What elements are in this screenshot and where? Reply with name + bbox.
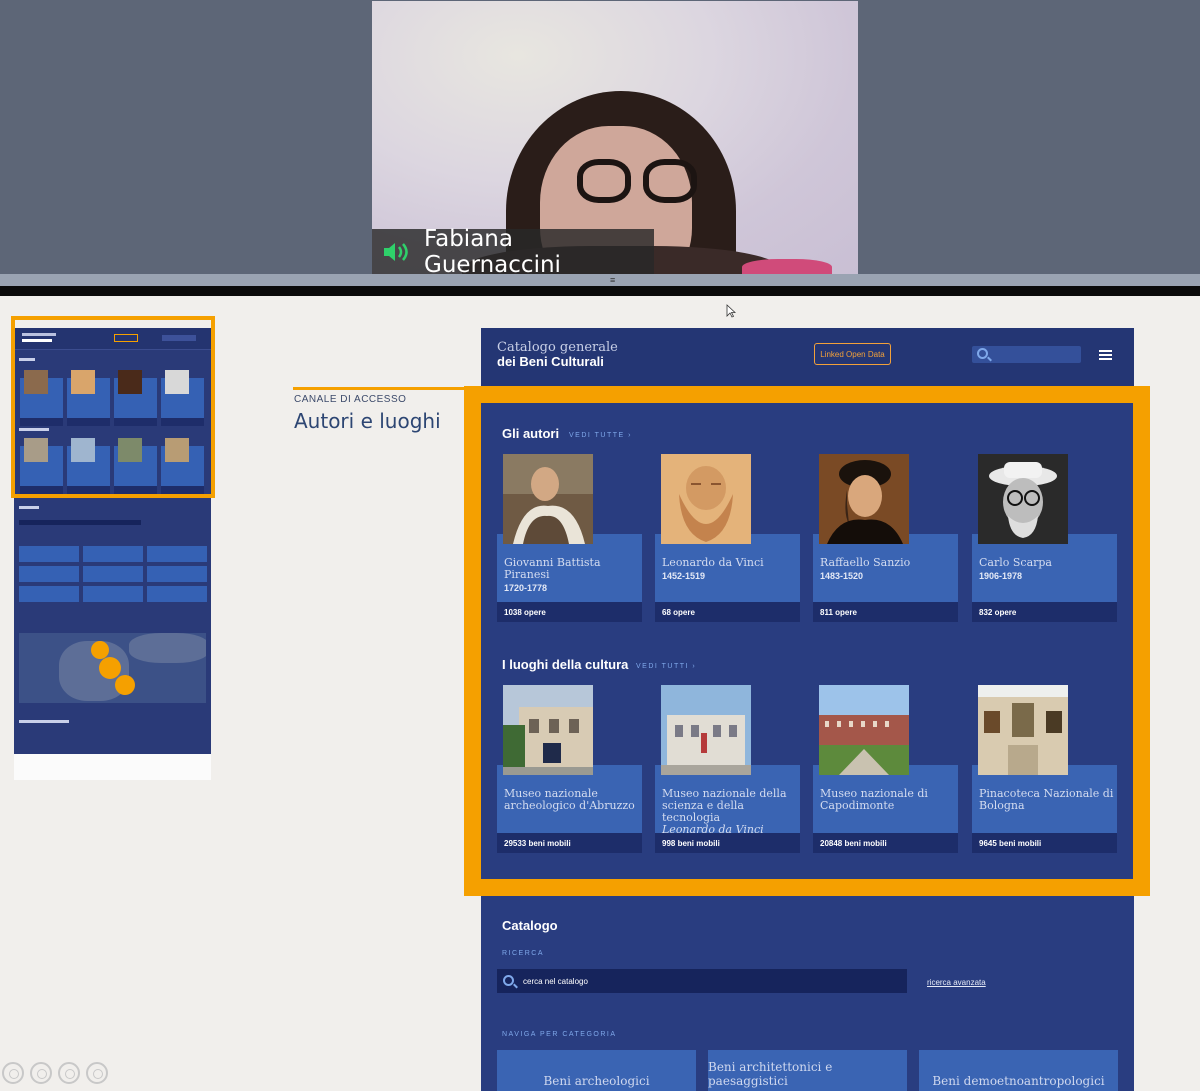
category-button-archeologici[interactable]: Beni archeologici	[497, 1050, 696, 1091]
section-title: Autori e luoghi	[294, 409, 441, 433]
hamburger-menu-icon[interactable]	[1099, 350, 1112, 360]
advanced-search-link[interactable]: ricerca avanzata	[927, 978, 986, 987]
video-bar: Fabiana Guernaccini	[0, 0, 1200, 274]
catalog-heading: Catalogo	[502, 918, 558, 933]
speaker-icon	[382, 240, 412, 264]
drag-handle-icon[interactable]: ≡	[610, 276, 615, 285]
shared-slide: CANALE DI ACCESSO Autori e luoghi Catalo…	[0, 296, 1200, 1091]
resize-handle-bar[interactable]: ≡	[0, 274, 1200, 286]
mock-header: Catalogo generale dei Beni Culturali Lin…	[481, 328, 1134, 386]
participant-name: Fabiana Guernaccini	[424, 225, 561, 275]
divider	[0, 286, 1200, 296]
category-label: NAVIGA PER CATEGORIA	[502, 1031, 617, 1038]
search-label: RICERCA	[502, 950, 545, 957]
catalog-search-input[interactable]: cerca nel catalogo	[497, 969, 907, 993]
zoom-icon[interactable]	[30, 1062, 52, 1084]
linked-open-data-button[interactable]: Linked Open Data	[814, 343, 891, 365]
participant-video-tile[interactable]: Fabiana Guernaccini	[372, 1, 858, 274]
participant-name-tag: Fabiana Guernaccini	[372, 225, 654, 275]
category-button-demoetnoantropologici[interactable]: Beni demoetnoantropologici	[919, 1050, 1118, 1091]
section-rule	[293, 387, 483, 390]
thumbnail-map	[19, 633, 206, 703]
presentation-controls	[2, 1062, 108, 1084]
thumbnail-highlight	[11, 316, 215, 498]
more-icon[interactable]	[86, 1062, 108, 1084]
search-icon	[503, 975, 514, 986]
search-icon	[977, 348, 988, 359]
mouse-cursor-icon	[726, 304, 736, 318]
category-button-architettonici[interactable]: Beni architettonici e paesaggistici	[708, 1050, 907, 1091]
header-search-input[interactable]	[972, 346, 1081, 363]
section-highlight-frame	[464, 386, 1150, 896]
brand-title-line1: Catalogo generale	[497, 340, 618, 355]
brand-title-line2: dei Beni Culturali	[497, 354, 604, 369]
slides-icon[interactable]	[58, 1062, 80, 1084]
section-kicker: CANALE DI ACCESSO	[294, 394, 407, 405]
catalog-search-placeholder: cerca nel catalogo	[523, 977, 588, 986]
back-icon[interactable]	[2, 1062, 24, 1084]
